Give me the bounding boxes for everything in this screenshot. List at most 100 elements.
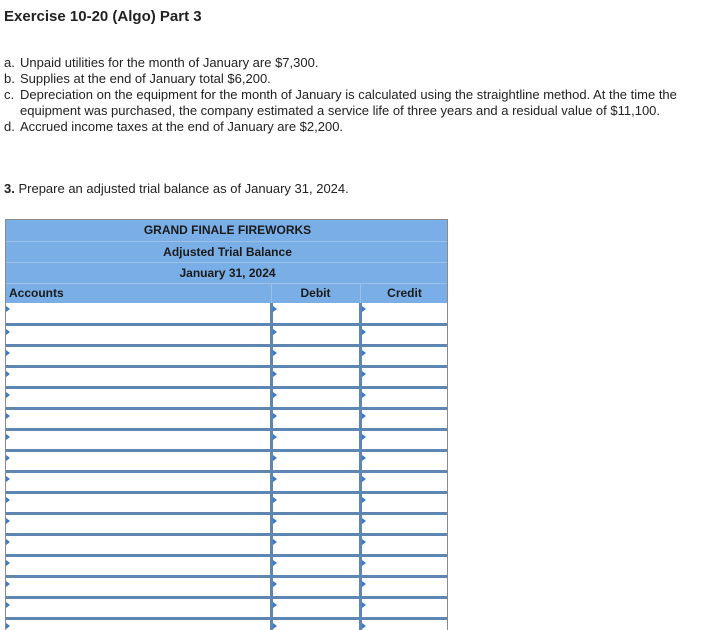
debit-cell <box>271 450 362 473</box>
credit-input[interactable] <box>361 367 447 386</box>
item-text: Depreciation on the equipment for the mo… <box>20 87 677 118</box>
account-cell <box>6 555 273 578</box>
account-input[interactable] <box>6 535 270 554</box>
credit-cell <box>360 492 447 515</box>
item-text: Unpaid utilities for the month of Januar… <box>20 55 319 70</box>
account-input[interactable] <box>6 472 270 491</box>
statement-name: Adjusted Trial Balance <box>6 241 447 263</box>
account-input[interactable] <box>6 346 270 365</box>
account-cell <box>6 387 273 410</box>
debit-cell <box>271 597 362 620</box>
credit-input[interactable] <box>361 514 447 533</box>
table-row <box>6 387 447 410</box>
account-cell <box>6 576 273 599</box>
debit-cell <box>271 534 362 557</box>
credit-input[interactable] <box>361 325 447 344</box>
credit-input[interactable] <box>361 556 447 575</box>
account-cell <box>6 618 273 630</box>
table-row <box>6 408 447 431</box>
debit-input[interactable] <box>272 493 359 512</box>
item-label: c. <box>4 87 15 102</box>
account-input[interactable] <box>6 493 270 512</box>
debit-cell <box>271 618 362 630</box>
account-cell <box>6 345 273 368</box>
account-input[interactable] <box>6 556 270 575</box>
credit-input[interactable] <box>361 577 447 596</box>
debit-input[interactable] <box>272 303 359 323</box>
credit-input[interactable] <box>361 472 447 491</box>
debit-input[interactable] <box>272 409 359 428</box>
debit-input[interactable] <box>272 556 359 575</box>
debit-input[interactable] <box>272 451 359 470</box>
account-cell <box>6 366 273 389</box>
credit-input[interactable] <box>361 535 447 554</box>
account-input[interactable] <box>6 367 270 386</box>
question-number: 3. <box>4 181 15 196</box>
item-c: c. Depreciation on the equipment for the… <box>4 87 724 119</box>
debit-cell <box>271 366 362 389</box>
account-cell <box>6 429 273 452</box>
credit-cell <box>360 450 447 473</box>
account-input[interactable] <box>6 577 270 596</box>
debit-input[interactable] <box>272 346 359 365</box>
account-cell <box>6 597 273 620</box>
credit-cell <box>360 597 447 620</box>
account-input[interactable] <box>6 451 270 470</box>
debit-input[interactable] <box>272 367 359 386</box>
account-input[interactable] <box>6 514 270 533</box>
table-row <box>6 618 447 630</box>
debit-input[interactable] <box>272 598 359 617</box>
column-header-row: Accounts Debit Credit <box>6 283 447 303</box>
credit-input[interactable] <box>361 598 447 617</box>
table-row <box>6 324 447 347</box>
credit-cell <box>360 513 447 536</box>
table-row <box>6 513 447 536</box>
table-row <box>6 345 447 368</box>
account-cell <box>6 471 273 494</box>
debit-input[interactable] <box>272 619 359 630</box>
table-row <box>6 366 447 389</box>
debit-input[interactable] <box>272 388 359 407</box>
exercise-title: Exercise 10-20 (Algo) Part 3 <box>4 8 202 25</box>
accounts-column-header: Accounts <box>6 283 272 303</box>
header-statement-row: Adjusted Trial Balance <box>6 241 447 263</box>
credit-cell <box>360 576 447 599</box>
account-cell <box>6 450 273 473</box>
credit-cell <box>360 324 447 347</box>
account-input[interactable] <box>6 325 270 344</box>
credit-input[interactable] <box>361 409 447 428</box>
debit-input[interactable] <box>272 577 359 596</box>
item-text: Accrued income taxes at the end of Janua… <box>20 119 344 134</box>
account-cell <box>6 534 273 557</box>
debit-input[interactable] <box>272 325 359 344</box>
debit-input[interactable] <box>272 472 359 491</box>
account-cell <box>6 303 273 326</box>
header-company-row: GRAND FINALE FIREWORKS <box>6 220 447 242</box>
account-input[interactable] <box>6 619 270 630</box>
credit-cell <box>360 303 447 326</box>
credit-input[interactable] <box>361 430 447 449</box>
account-input[interactable] <box>6 388 270 407</box>
credit-input[interactable] <box>361 493 447 512</box>
debit-cell <box>271 387 362 410</box>
debit-input[interactable] <box>272 430 359 449</box>
debit-input[interactable] <box>272 514 359 533</box>
credit-cell <box>360 366 447 389</box>
credit-column-header: Credit <box>360 283 447 303</box>
account-input[interactable] <box>6 598 270 617</box>
credit-cell <box>360 555 447 578</box>
account-input[interactable] <box>6 303 270 323</box>
account-input[interactable] <box>6 430 270 449</box>
debit-input[interactable] <box>272 535 359 554</box>
debit-cell <box>271 555 362 578</box>
debit-cell <box>271 492 362 515</box>
account-input[interactable] <box>6 409 270 428</box>
credit-input[interactable] <box>361 388 447 407</box>
credit-input[interactable] <box>361 346 447 365</box>
trial-balance-table: GRAND FINALE FIREWORKS Adjusted Trial Ba… <box>6 220 447 630</box>
table-row <box>6 429 447 452</box>
exercise-items: a. Unpaid utilities for the month of Jan… <box>4 55 724 135</box>
credit-input[interactable] <box>361 303 447 323</box>
credit-input[interactable] <box>361 619 447 630</box>
credit-input[interactable] <box>361 451 447 470</box>
